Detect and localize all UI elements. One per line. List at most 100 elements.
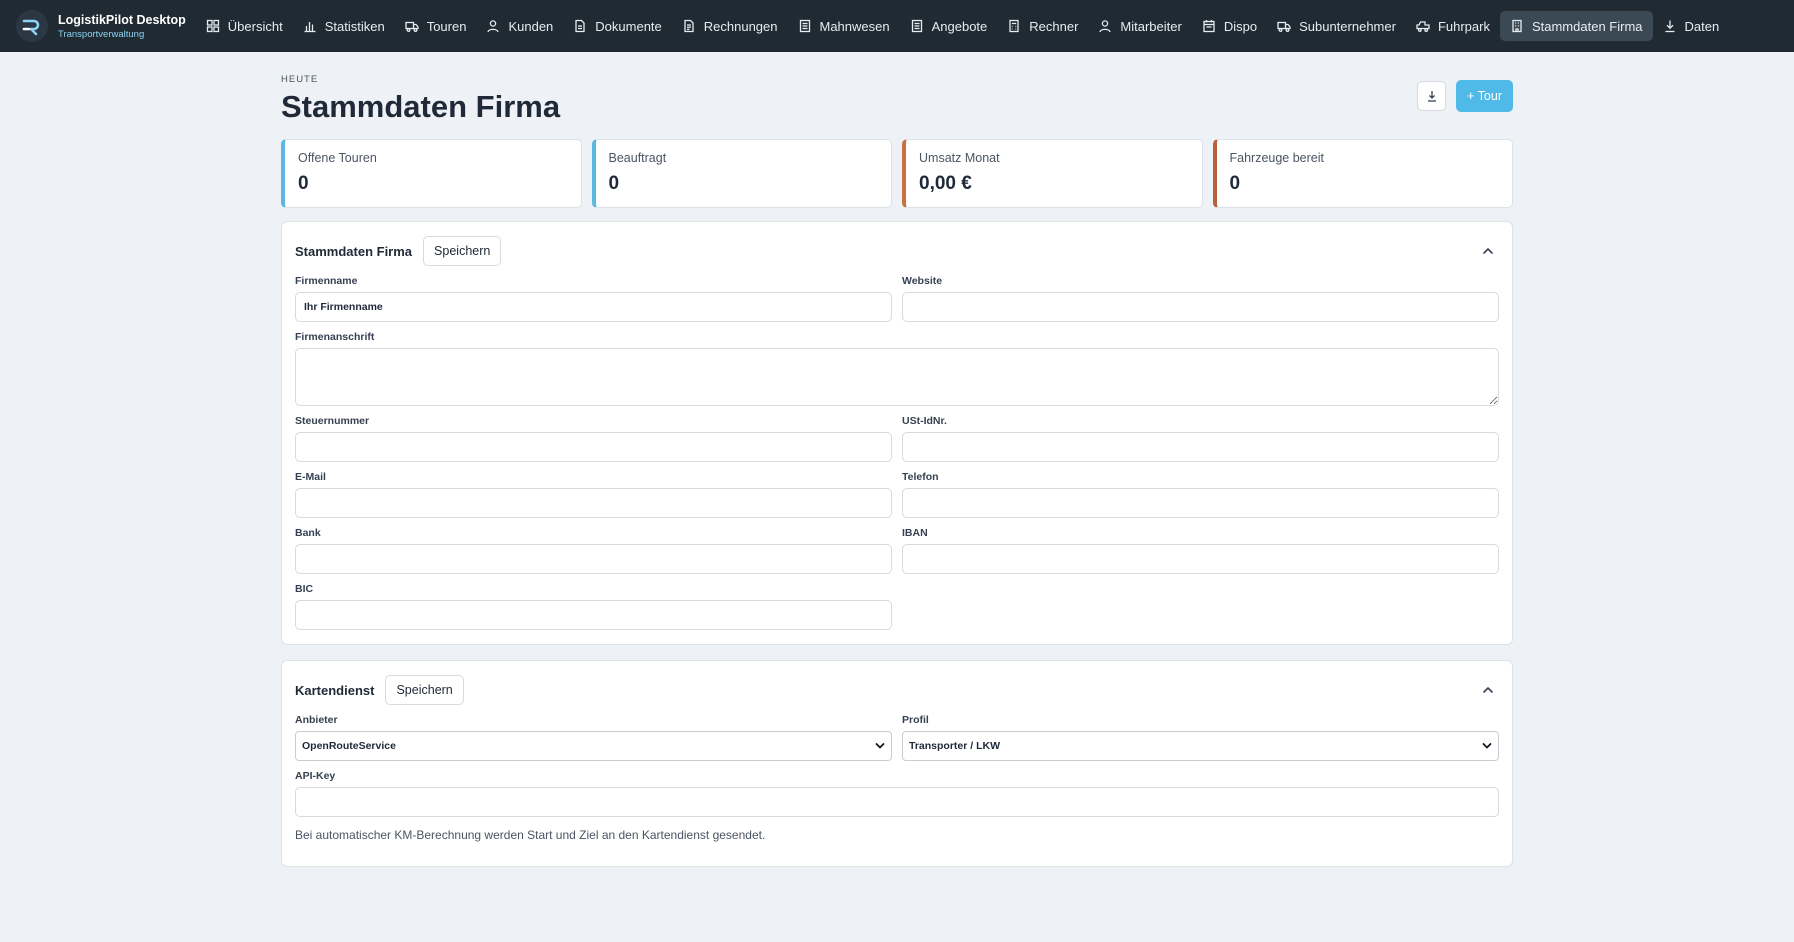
header-actions: + Tour [1417,80,1513,112]
map-hint-text: Bei automatischer KM-Berechnung werden S… [295,828,766,842]
nav-item-rechner[interactable]: Rechner [997,11,1088,41]
nav-label: Kunden [508,18,554,34]
nav-label: Mahnwesen [819,18,890,34]
nav-label: Fuhrpark [1437,18,1490,34]
nav-item-daten[interactable]: Daten [1653,11,1730,41]
ust-id-input[interactable] [902,432,1499,462]
telefon-input[interactable] [902,488,1499,518]
main-nav: Übersicht Statistiken Touren Kunden Doku… [196,11,1729,41]
calendar-icon [1203,20,1215,33]
truck-icon [405,21,419,32]
nav-item-uebersicht[interactable]: Übersicht [196,11,293,41]
download-icon [1665,20,1675,33]
chevron-down-icon [875,743,885,749]
stat-card-beauftragt: Beauftragt 0 [591,139,892,208]
brand[interactable]: LogistikPilot Desktop Transportverwaltun… [16,10,186,42]
field-label: Bank [295,527,321,539]
nav-label: Übersicht [227,18,283,34]
stat-value: 0 [1229,173,1241,194]
firmenanschrift-textarea[interactable] [295,348,1499,406]
list-document-icon [799,19,810,33]
api-key-input[interactable] [295,787,1499,817]
field-label: Steuernummer [295,415,370,427]
iban-input[interactable] [902,544,1499,574]
stat-value: 0 [298,173,309,194]
bank-input[interactable] [295,544,892,574]
nav-label: Stammdaten Firma [1531,18,1643,34]
field-label: Firmenanschrift [295,331,375,343]
nav-item-rechnungen[interactable]: Rechnungen [672,11,788,41]
app-title: LogistikPilot Desktop [58,12,186,27]
app-subtitle: Transportverwaltung [58,28,145,40]
user-icon [487,20,500,33]
nav-item-dispo[interactable]: Dispo [1192,11,1267,41]
top-navigation-bar: LogistikPilot Desktop Transportverwaltun… [0,0,1794,52]
chevron-up-icon[interactable] [1480,244,1496,258]
stat-card-offene-touren: Offene Touren 0 [281,139,582,208]
nav-item-fuhrpark[interactable]: Fuhrpark [1406,11,1500,41]
nav-item-dokumente[interactable]: Dokumente [563,11,671,41]
nav-label: Subunternehmer [1299,18,1396,34]
company-data-card: Stammdaten Firma Speichern Firmenname We… [281,221,1513,645]
page-eyebrow: HEUTE [281,74,319,85]
stat-card-umsatz-monat: Umsatz Monat 0,00 € [902,139,1203,208]
email-input[interactable] [295,488,892,518]
chevron-down-icon [1482,743,1492,749]
list-document-icon [911,19,922,33]
bic-input[interactable] [295,600,892,630]
profil-select[interactable]: Transporter / LKW [902,731,1499,761]
page-title: Stammdaten Firma [281,89,561,124]
card-title: Kartendienst [295,682,375,698]
nav-label: Daten [1684,18,1720,34]
steuernummer-input[interactable] [295,432,892,462]
chevron-up-icon[interactable] [1480,683,1496,697]
stat-label: Offene Touren [298,151,377,165]
field-label: Firmenname [295,275,358,287]
stat-value: 0,00 € [919,173,972,194]
field-label: Anbieter [295,714,338,726]
nav-label: Angebote [931,18,988,34]
nav-item-touren[interactable]: Touren [395,11,477,41]
nav-item-mahnwesen[interactable]: Mahnwesen [788,11,900,41]
stat-card-fahrzeuge-bereit: Fahrzeuge bereit 0 [1212,139,1513,208]
nav-label: Statistiken [324,18,385,34]
nav-label: Dispo [1223,18,1258,34]
nav-item-angebote[interactable]: Angebote [900,11,998,41]
nav-label: Rechner [1029,18,1079,34]
nav-item-kunden[interactable]: Kunden [476,11,563,41]
nav-item-stammdaten-firma[interactable]: Stammdaten Firma [1499,11,1653,41]
download-icon [1427,91,1436,102]
nav-label: Rechnungen [703,18,778,34]
grid-icon [206,19,219,33]
bar-chart-icon [304,22,316,33]
stat-label: Beauftragt [608,151,667,165]
field-label: Telefon [902,471,939,483]
nav-item-subunternehmer[interactable]: Subunternehmer [1267,11,1406,41]
field-label: USt-IdNr. [902,415,947,427]
download-button[interactable] [1417,81,1447,111]
website-input[interactable] [902,292,1499,322]
stats-row: Offene Touren 0 Beauftragt 0 Umsatz Mona… [281,139,1513,208]
field-label: BIC [295,583,314,595]
stat-value: 0 [608,173,620,194]
anbieter-select[interactable]: OpenRouteService [295,731,892,761]
field-label: Profil [902,714,929,726]
nav-label: Mitarbeiter [1120,18,1182,34]
main-content: HEUTE Stammdaten Firma + Tour Offene Tou… [281,52,1513,867]
document-icon [575,19,585,33]
nav-label: Touren [426,18,467,34]
firmenname-input[interactable] [295,292,892,322]
app-logo-icon [16,10,48,42]
nav-item-mitarbeiter[interactable]: Mitarbeiter [1088,11,1191,41]
nav-label: Dokumente [595,18,662,34]
save-company-button[interactable]: Speichern [423,236,502,266]
map-service-card: Kartendienst Speichern Anbieter OpenRout… [281,660,1513,867]
vehicle-icon [1416,21,1430,32]
select-value: Transporter / LKW [909,740,1001,752]
field-label: API-Key [295,770,336,782]
nav-item-statistiken[interactable]: Statistiken [293,11,395,41]
select-value: OpenRouteService [302,740,396,752]
new-tour-button[interactable]: + Tour [1456,80,1513,112]
card-title: Stammdaten Firma [295,243,413,259]
save-map-button[interactable]: Speichern [385,675,464,705]
